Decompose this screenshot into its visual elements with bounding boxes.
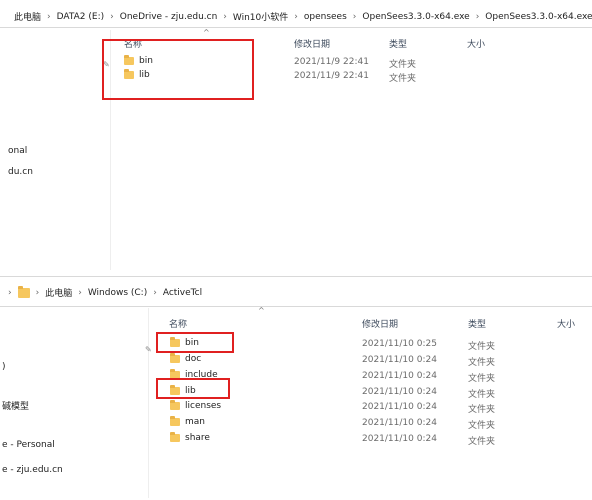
chevron-right-icon: › <box>35 287 40 298</box>
row-type: 文件夹 <box>389 60 417 70</box>
chevron-right-icon: › <box>47 11 51 22</box>
row-date: 2021/11/10 0:25 <box>362 339 437 349</box>
chevron-right-icon: › <box>110 11 114 22</box>
top-col-type[interactable]: 类型 <box>389 37 407 50</box>
crumb-windows-c[interactable]: Windows (C:) <box>88 288 147 298</box>
row-date: 2021/11/10 0:24 <box>362 402 437 412</box>
row-type: 文件夹 <box>468 390 496 400</box>
bottom-breadcrumb: › › 此电脑 › Windows (C:) › ActiveTcl <box>8 285 202 299</box>
row-type: 文件夹 <box>389 74 417 84</box>
bottom-pane-divider <box>148 308 149 498</box>
crumb-data2[interactable]: DATA2 (E:) <box>57 12 105 22</box>
top-nav-item-zju[interactable]: du.cn <box>8 167 33 177</box>
row-date: 2021/11/10 0:24 <box>362 355 437 365</box>
bottom-row-licenses[interactable]: licenses <box>170 400 222 411</box>
bottom-col-size[interactable]: 大小 <box>557 317 575 330</box>
annotation-highlight-box-bin <box>156 332 234 353</box>
top-breadcrumb: 此电脑 › DATA2 (E:) › OneDrive - zju.edu.cn › … <box>14 10 592 24</box>
pin-icon: ✎ <box>145 345 152 354</box>
chevron-right-icon: › <box>475 11 480 22</box>
row-date: 2021/11/10 0:24 <box>362 418 437 428</box>
top-col-size[interactable]: 大小 <box>467 37 485 50</box>
crumb-activetcl[interactable]: ActiveTcl <box>163 288 202 298</box>
bottom-row-doc[interactable]: doc <box>170 353 202 364</box>
crumb-exe-2[interactable]: OpenSees3.3.0-x64.exe <box>485 12 592 22</box>
row-type: 文件夹 <box>468 405 496 415</box>
bottom-row-share[interactable]: share <box>170 432 210 443</box>
bottom-toolbar-divider <box>0 306 592 307</box>
top-col-date[interactable]: 修改日期 <box>294 37 330 50</box>
annotation-highlight-box <box>102 39 254 100</box>
crumb-exe-1[interactable]: OpenSees3.3.0-x64.exe <box>362 12 469 22</box>
crumb-this-pc[interactable]: 此电脑 <box>14 10 41 23</box>
annotation-highlight-box-lib <box>156 378 230 399</box>
bottom-row-man[interactable]: man <box>170 416 205 427</box>
row-date: 2021/11/10 0:24 <box>362 371 437 381</box>
row-type: 文件夹 <box>468 421 496 431</box>
chevron-right-icon: › <box>223 11 227 22</box>
window-separator <box>0 276 592 277</box>
folder-icon <box>170 353 180 363</box>
bottom-nav-item-onedrive-personal[interactable]: e - Personal <box>2 440 55 450</box>
chevron-right-icon: › <box>352 11 357 22</box>
chevron-right-icon: › <box>78 287 82 298</box>
row-type: 文件夹 <box>468 358 496 368</box>
row-date: 2021/11/10 0:24 <box>362 387 437 397</box>
row-type: 文件夹 <box>468 374 496 384</box>
row-name: man <box>185 417 205 427</box>
sort-caret-icon: ^ <box>203 28 210 37</box>
row-name: doc <box>185 354 202 364</box>
top-toolbar-divider <box>0 27 592 28</box>
chevron-right-icon: › <box>294 11 298 22</box>
bottom-col-type[interactable]: 类型 <box>468 317 486 330</box>
chevron-right-icon: › <box>153 287 157 298</box>
bottom-col-date[interactable]: 修改日期 <box>362 317 398 330</box>
bottom-col-name[interactable]: 名称 <box>169 317 187 330</box>
crumb-win10[interactable]: Win10小软件 <box>233 10 288 23</box>
row-date: 2021/11/9 22:41 <box>294 71 369 81</box>
crumb-this-pc[interactable]: 此电脑 <box>45 286 72 299</box>
row-date: 2021/11/10 0:24 <box>362 434 437 444</box>
folder-icon <box>17 285 30 298</box>
crumb-opensees[interactable]: opensees <box>304 12 347 22</box>
row-type: 文件夹 <box>468 342 496 352</box>
bottom-nav-item-onedrive-zju[interactable]: e - zju.edu.cn <box>2 465 63 475</box>
sort-caret-icon: ^ <box>258 306 265 315</box>
folder-icon <box>170 432 180 442</box>
row-date: 2021/11/9 22:41 <box>294 57 369 67</box>
bottom-nav-item-1[interactable]: ) <box>2 362 6 372</box>
row-name: licenses <box>185 401 222 411</box>
top-nav-item-personal[interactable]: onal <box>8 146 27 156</box>
chevron-right-icon: › <box>8 287 12 298</box>
folder-icon <box>170 416 180 426</box>
crumb-onedrive[interactable]: OneDrive - zju.edu.cn <box>120 12 218 22</box>
row-name: share <box>185 433 210 443</box>
folder-icon <box>170 400 180 410</box>
row-type: 文件夹 <box>468 437 496 447</box>
bottom-nav-item-model[interactable]: 碱模型 <box>2 399 29 412</box>
